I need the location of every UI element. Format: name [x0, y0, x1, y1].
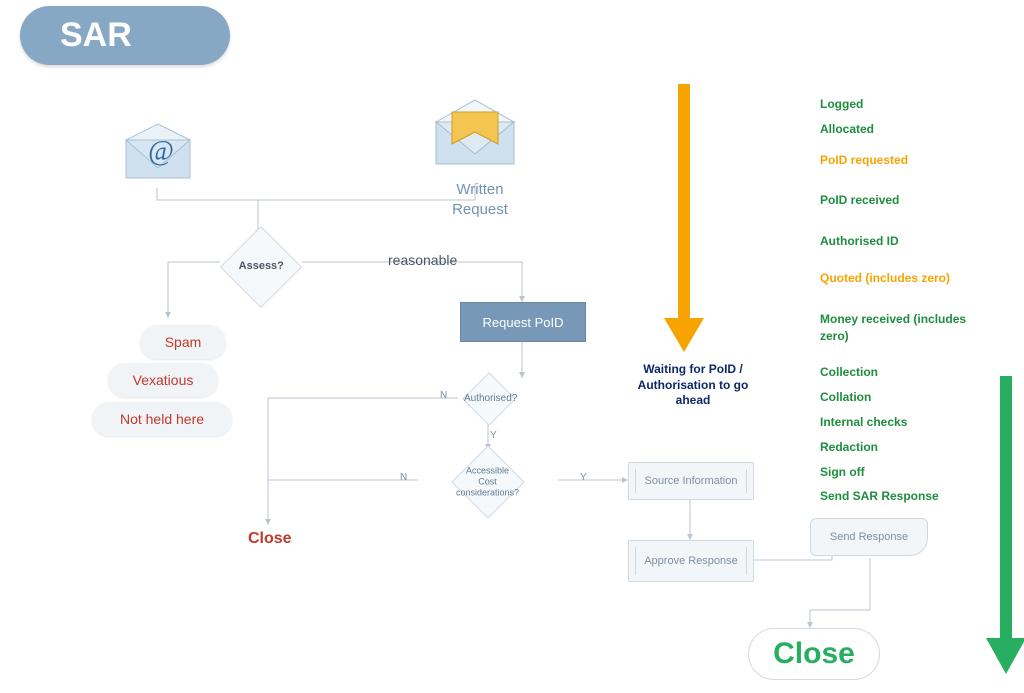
- waiting-caption: Waiting for PoID / Authorisation to go a…: [628, 362, 758, 409]
- legend-item: Internal checks: [820, 414, 990, 431]
- legend-item: PoID requested: [820, 152, 990, 169]
- source-information-process: Source Information: [628, 462, 754, 500]
- legend-item: Logged: [820, 96, 990, 113]
- email-icon: @: [118, 120, 198, 190]
- close-end-terminator: Close: [748, 628, 880, 680]
- outcome-spam: Spam: [140, 325, 226, 359]
- assess-label: Assess?: [233, 260, 289, 273]
- legend-item: Quoted (includes zero): [820, 270, 990, 287]
- accessible-yes: Y: [580, 472, 587, 483]
- letter-icon: [430, 98, 520, 178]
- legend-item: Collection: [820, 364, 990, 381]
- send-response-process: Send Response: [810, 518, 928, 556]
- page-title: SAR: [20, 6, 230, 65]
- legend-item: Redaction: [820, 439, 990, 456]
- legend-item: Sign off: [820, 464, 990, 481]
- authorised-label: Authorised?: [464, 393, 514, 405]
- written-request-label: Written Request: [440, 180, 520, 219]
- legend-item: Send SAR Response: [820, 488, 990, 505]
- authorised-decision: Authorised?: [462, 372, 516, 426]
- waiting-arrow-icon: [664, 84, 704, 359]
- legend-list: Logged Allocated PoID requested PoID receiv…: [820, 88, 990, 505]
- legend-item: Authorised ID: [820, 233, 990, 250]
- outcome-vexatious: Vexatious: [108, 363, 218, 397]
- legend-item: Money received (includes zero): [820, 311, 990, 345]
- authorised-no: N: [440, 390, 447, 401]
- accessible-decision: Accessible Cost considerations?: [451, 445, 525, 519]
- accessible-no: N: [400, 472, 407, 483]
- progress-arrow-icon: [986, 376, 1024, 681]
- authorised-yes: Y: [490, 430, 497, 441]
- assess-decision: Assess?: [220, 226, 302, 308]
- legend-item: PoID received: [820, 192, 990, 209]
- close-terminator: Close: [248, 530, 292, 548]
- outcome-not-held: Not held here: [92, 402, 232, 436]
- reasonable-label: reasonable: [388, 252, 457, 268]
- legend-item: Allocated: [820, 121, 990, 138]
- legend-item: Collation: [820, 389, 990, 406]
- request-poid-process: Request PoID: [460, 302, 586, 342]
- approve-response-process: Approve Response: [628, 540, 754, 582]
- svg-text:@: @: [148, 136, 174, 167]
- accessible-label: Accessible Cost considerations?: [456, 466, 519, 498]
